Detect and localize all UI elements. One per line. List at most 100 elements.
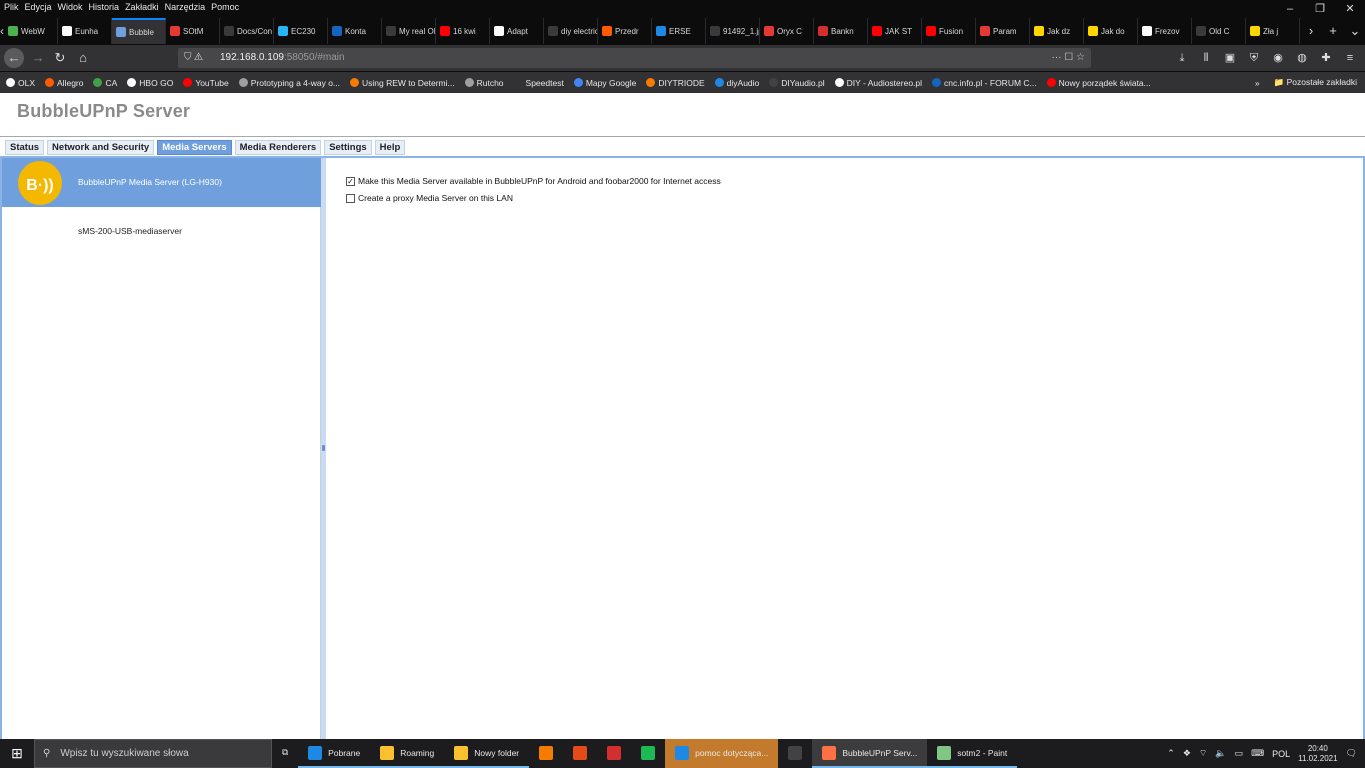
browser-tab[interactable]: Param [976,18,1030,44]
proxy-server-checkbox[interactable] [346,193,355,203]
browser-tab[interactable]: 16 kwi [436,18,490,44]
page-actions-icon[interactable]: ··· ☐ ☆ [1052,48,1085,68]
bookmark-item[interactable]: Mapy Google [573,78,636,88]
browser-tab[interactable]: diy electric [544,18,598,44]
browser-tab[interactable]: Docs/Con [220,18,274,44]
browser-tab[interactable]: WebW [4,18,58,44]
menu-item[interactable]: Narzędzia [165,2,206,12]
tab-help[interactable]: Help [374,140,406,155]
taskbar-item[interactable]: pomoc dotycząca... [665,739,779,768]
browser-tab[interactable]: My real OI [382,18,436,44]
server-item-sms200[interactable]: sMS-200-USB-mediaserver [2,207,321,256]
browser-tab[interactable]: Fusion [922,18,976,44]
menu-item[interactable]: Pomoc [211,2,239,12]
library-icon[interactable]: ⫴ [1197,48,1215,68]
bookmark-item[interactable]: DIY - Audiostereo.pl [834,78,922,88]
tab-settings[interactable]: Settings [324,140,372,155]
taskbar-item[interactable]: sotm2 - Paint [927,739,1018,768]
browser-tab[interactable]: Eunha [58,18,112,44]
task-view-icon[interactable]: ⧉ [272,739,298,768]
wifi-icon[interactable]: ⌔ [1199,748,1207,759]
browser-tab[interactable]: Bankn [814,18,868,44]
account-icon[interactable]: ◉ [1269,48,1287,68]
menu-item[interactable]: Edycja [25,2,52,12]
internet-access-checkbox[interactable]: ✓ [346,176,355,186]
volume-icon[interactable]: 🔈 [1215,748,1226,759]
menu-item[interactable]: Plik [4,2,19,12]
taskbar-item[interactable]: BubbleUPnP Serv... [812,739,928,768]
back-icon[interactable]: ← [4,48,24,68]
taskbar-item[interactable]: Nowy folder [444,739,530,768]
splitter-handle-icon[interactable] [322,445,325,451]
browser-tab[interactable]: Adapt [490,18,544,44]
shield-lock-icon[interactable]: ⛉ ⚠ [184,48,203,68]
sidebar-icon[interactable]: ▣ [1221,48,1239,68]
url-bar[interactable]: ⛉ ⚠ 192.168.0.109:58050/#main ··· ☐ ☆ [178,48,1091,68]
menu-item[interactable]: Zakładki [125,2,159,12]
close-window-button[interactable]: ✕ [1335,0,1365,18]
bookmark-item[interactable]: Prototyping a 4-way o... [238,78,340,88]
browser-tab[interactable]: Zła j [1246,18,1300,44]
battery-icon[interactable]: ▭ [1235,748,1244,759]
tray-overflow-icon[interactable]: ⌃ [1167,748,1175,759]
download-icon[interactable]: ⤓ [1173,48,1191,68]
browser-tab[interactable]: Jak dz [1030,18,1084,44]
server-item-bubbleupnp[interactable]: B·)) BubbleUPnP Media Server (LG-H930) [2,158,321,207]
tab-network-and-security[interactable]: Network and Security [47,140,155,155]
tab-status[interactable]: Status [5,140,45,155]
reload-icon[interactable]: ↻ [50,48,70,68]
taskbar-item[interactable] [529,739,563,768]
menu-item[interactable]: Widok [58,2,83,12]
tabs-scroll-right-icon[interactable]: › [1300,18,1322,44]
taskbar-item[interactable]: Pobrane [298,739,371,768]
browser-tab[interactable]: ERSE [652,18,706,44]
forward-icon[interactable]: → [28,48,48,68]
bookmark-item[interactable]: CA [93,78,117,88]
ublock-icon[interactable]: ⛨ [1245,48,1263,68]
keyboard-icon[interactable]: ⌨ [1251,748,1264,759]
taskbar-item[interactable] [778,739,812,768]
bookmark-item[interactable]: Allegro [45,78,83,88]
taskbar-search-input[interactable]: ⚲ Wpisz tu wyszukiwane słowa [34,739,272,768]
taskbar-item[interactable] [631,739,665,768]
browser-tab[interactable]: Przedr [598,18,652,44]
taskbar-item[interactable] [597,739,631,768]
browser-tab[interactable]: SOtM [166,18,220,44]
taskbar-item[interactable] [563,739,597,768]
taskbar-item[interactable]: Roaming [370,739,445,768]
browser-tab[interactable]: EC230 [274,18,328,44]
language-indicator[interactable]: POL [1272,749,1290,759]
browser-tab[interactable]: Old C [1192,18,1246,44]
bookmark-item[interactable]: cnc.info.pl - FORUM C... [932,78,1037,88]
minimize-button[interactable]: – [1275,0,1305,18]
browser-tab[interactable]: Jak do [1084,18,1138,44]
new-tab-icon[interactable]: + [1322,18,1344,44]
clock[interactable]: 20:40 11.02.2021 [1298,744,1337,764]
browser-tab[interactable]: JAK ST [868,18,922,44]
bookmark-item[interactable]: diyAudio [714,78,759,88]
addons-icon[interactable]: ✚ [1317,48,1335,68]
bookmark-item[interactable]: Nowy porządek świata... [1046,78,1151,88]
browser-tab[interactable]: Oryx C [760,18,814,44]
bookmark-item[interactable]: DIYaudio.pl [769,78,825,88]
restore-button[interactable]: ❐ [1305,0,1335,18]
browser-tab[interactable]: Bubble [112,18,166,44]
home-icon[interactable]: ⌂ [73,48,93,68]
notifications-icon[interactable]: 🗨 [1346,748,1357,759]
bookmark-item[interactable]: HBO GO [127,78,173,88]
menu-item[interactable]: Historia [89,2,120,12]
browser-tab[interactable]: 91492_1.jp [706,18,760,44]
dropbox-icon[interactable]: ❖ [1183,748,1191,759]
bookmark-item[interactable]: YouTube [183,78,229,88]
extension-icon[interactable]: ◍ [1293,48,1311,68]
bookmark-item[interactable]: OLX [6,78,35,88]
bookmark-item[interactable]: Speedtest [513,78,564,88]
other-bookmarks[interactable]: 📁 Pozostałe zakładki [1274,77,1357,88]
bookmark-item[interactable]: Rutcho [464,78,504,88]
tab-media-servers[interactable]: Media Servers [157,140,232,155]
tab-media-renderers[interactable]: Media Renderers [234,140,322,155]
bookmarks-overflow-icon[interactable]: » [1255,78,1260,88]
windows-start-icon[interactable]: ⊞ [0,739,34,768]
bookmark-item[interactable]: DIYTRIODE [646,78,705,88]
hamburger-menu-icon[interactable]: ≡ [1341,48,1359,68]
